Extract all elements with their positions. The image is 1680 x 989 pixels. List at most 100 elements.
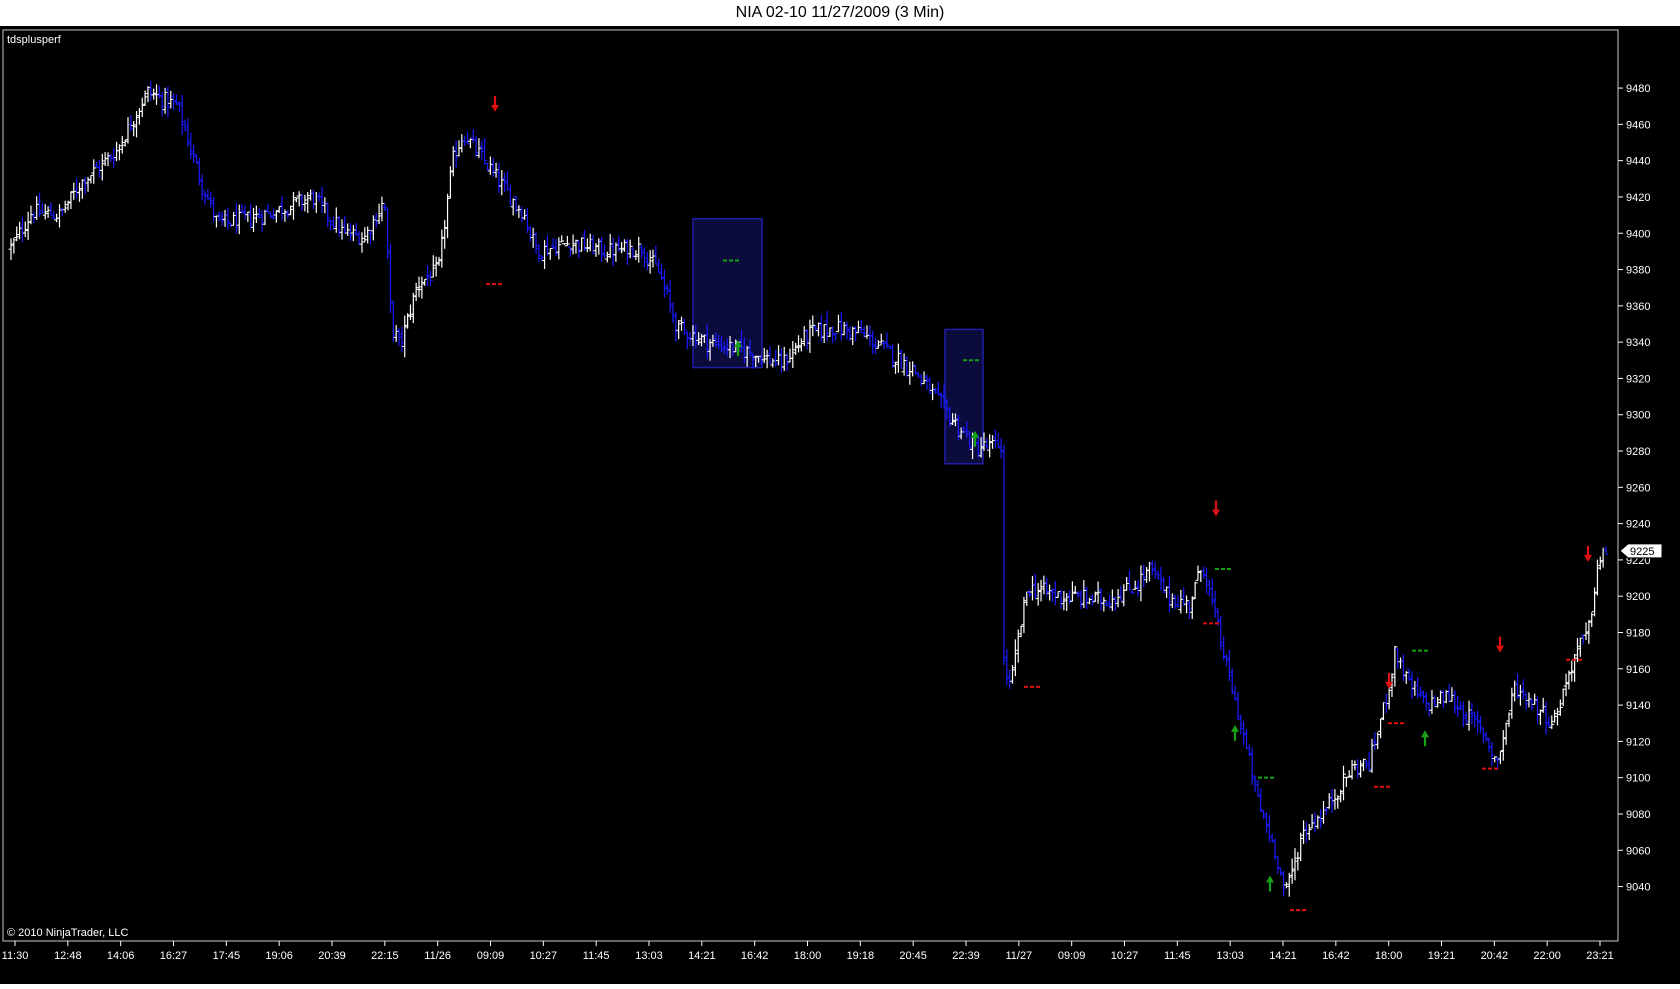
price-bar bbox=[1409, 671, 1415, 700]
x-tick-label: 17:45 bbox=[213, 950, 241, 962]
price-bar bbox=[51, 210, 57, 219]
copyright-label: © 2010 NinjaTrader, LLC bbox=[7, 927, 128, 939]
price-bar bbox=[205, 188, 211, 200]
sell-arrow-head bbox=[1584, 554, 1592, 562]
chart-panel[interactable]: tdsplusperf © 2010 NinjaTrader, LLC 9040… bbox=[0, 26, 1680, 984]
price-bar bbox=[1018, 625, 1024, 638]
price-bar bbox=[248, 203, 254, 229]
price-bar bbox=[564, 235, 570, 247]
price-bar bbox=[544, 235, 550, 256]
buy-arrow-head bbox=[1266, 875, 1274, 883]
price-bar bbox=[1184, 595, 1190, 614]
x-tick-label: 22:00 bbox=[1533, 950, 1561, 962]
last-price-tag: 9225 bbox=[1619, 543, 1663, 559]
y-tick-label: 9320 bbox=[1626, 373, 1650, 385]
sell-arrow-icon bbox=[1212, 500, 1220, 517]
price-bar bbox=[313, 191, 319, 213]
price-bar bbox=[85, 176, 91, 192]
x-tick-label: 11/26 bbox=[424, 950, 451, 962]
price-bar bbox=[353, 223, 359, 236]
price-bar bbox=[171, 93, 177, 111]
price-bar bbox=[296, 191, 302, 207]
price-bar bbox=[1109, 589, 1115, 612]
price-bar bbox=[804, 329, 810, 350]
price-bar bbox=[1064, 592, 1070, 611]
price-bar bbox=[1321, 800, 1327, 824]
x-tick-label: 19:21 bbox=[1428, 950, 1456, 962]
price-bar bbox=[821, 324, 827, 343]
price-bar bbox=[987, 434, 993, 458]
y-tick-label: 9460 bbox=[1626, 119, 1650, 131]
price-bar bbox=[136, 108, 142, 125]
price-bar bbox=[1221, 636, 1227, 661]
price-bar bbox=[562, 243, 568, 245]
price-bar bbox=[656, 258, 662, 273]
price-bar bbox=[96, 160, 102, 178]
window-title: NIA 02-10 11/27/2009 (3 Min) bbox=[0, 0, 1680, 26]
price-bar bbox=[99, 153, 105, 181]
price-bar bbox=[1281, 870, 1287, 897]
price-bar bbox=[310, 189, 316, 210]
price-bar bbox=[393, 325, 399, 342]
sell-arrow-head bbox=[1212, 509, 1220, 517]
price-bar bbox=[1477, 716, 1483, 734]
price-bar bbox=[676, 320, 682, 340]
price-bar bbox=[94, 161, 100, 168]
price-bar bbox=[1523, 692, 1529, 710]
price-bar bbox=[185, 118, 191, 147]
price-bar bbox=[1301, 820, 1307, 845]
price-bar bbox=[1535, 696, 1541, 724]
price-bar bbox=[1323, 806, 1329, 816]
price-bar bbox=[293, 197, 299, 203]
price-bar bbox=[875, 340, 881, 349]
price-bar bbox=[430, 255, 436, 278]
price-bar bbox=[191, 144, 197, 164]
price-bar bbox=[34, 196, 40, 220]
price-bar bbox=[1069, 581, 1075, 602]
price-bar bbox=[1406, 668, 1412, 681]
price-bar bbox=[1241, 720, 1247, 745]
y-tick-label: 9480 bbox=[1626, 83, 1650, 95]
price-bar bbox=[1075, 590, 1081, 598]
price-bar bbox=[1189, 596, 1195, 619]
price-bar bbox=[1369, 738, 1375, 773]
price-bar bbox=[881, 341, 887, 350]
price-bar bbox=[348, 222, 354, 241]
price-bar bbox=[436, 256, 442, 266]
price-bar bbox=[684, 330, 690, 350]
x-tick-label: 18:00 bbox=[1375, 950, 1403, 962]
price-bar bbox=[1041, 575, 1047, 595]
x-tick-label: 20:45 bbox=[899, 950, 927, 962]
price-bar bbox=[1346, 770, 1352, 778]
price-bar bbox=[222, 209, 228, 227]
price-bar bbox=[242, 205, 248, 220]
x-tick-label: 11:30 bbox=[2, 950, 29, 962]
price-bar bbox=[798, 338, 804, 352]
price-bar bbox=[1472, 711, 1478, 727]
x-tick-label: 11:45 bbox=[583, 950, 610, 962]
price-bar bbox=[1423, 692, 1429, 711]
price-bar bbox=[1195, 565, 1201, 581]
price-bar bbox=[116, 144, 122, 161]
price-bar bbox=[1526, 692, 1532, 708]
price-bar bbox=[485, 162, 491, 171]
price-bar bbox=[793, 342, 799, 356]
price-bar bbox=[282, 209, 288, 222]
ohlc-bars bbox=[8, 80, 1609, 897]
buy-arrow-icon bbox=[1421, 730, 1429, 747]
price-bar bbox=[661, 269, 667, 298]
price-bar bbox=[299, 194, 305, 212]
price-bar bbox=[499, 170, 505, 196]
price-bar bbox=[527, 226, 533, 242]
setup-zones bbox=[692, 217, 984, 465]
price-chart[interactable]: tdsplusperf © 2010 NinjaTrader, LLC 9040… bbox=[0, 26, 1680, 984]
price-bar bbox=[14, 226, 20, 242]
price-bar bbox=[48, 202, 54, 216]
price-bar bbox=[365, 226, 371, 244]
price-bar bbox=[1557, 699, 1563, 716]
x-tick-label: 23:21 bbox=[1586, 950, 1614, 962]
price-bar bbox=[179, 95, 185, 135]
price-bar bbox=[322, 197, 328, 214]
price-bar bbox=[670, 302, 676, 324]
price-bar bbox=[1400, 654, 1406, 682]
